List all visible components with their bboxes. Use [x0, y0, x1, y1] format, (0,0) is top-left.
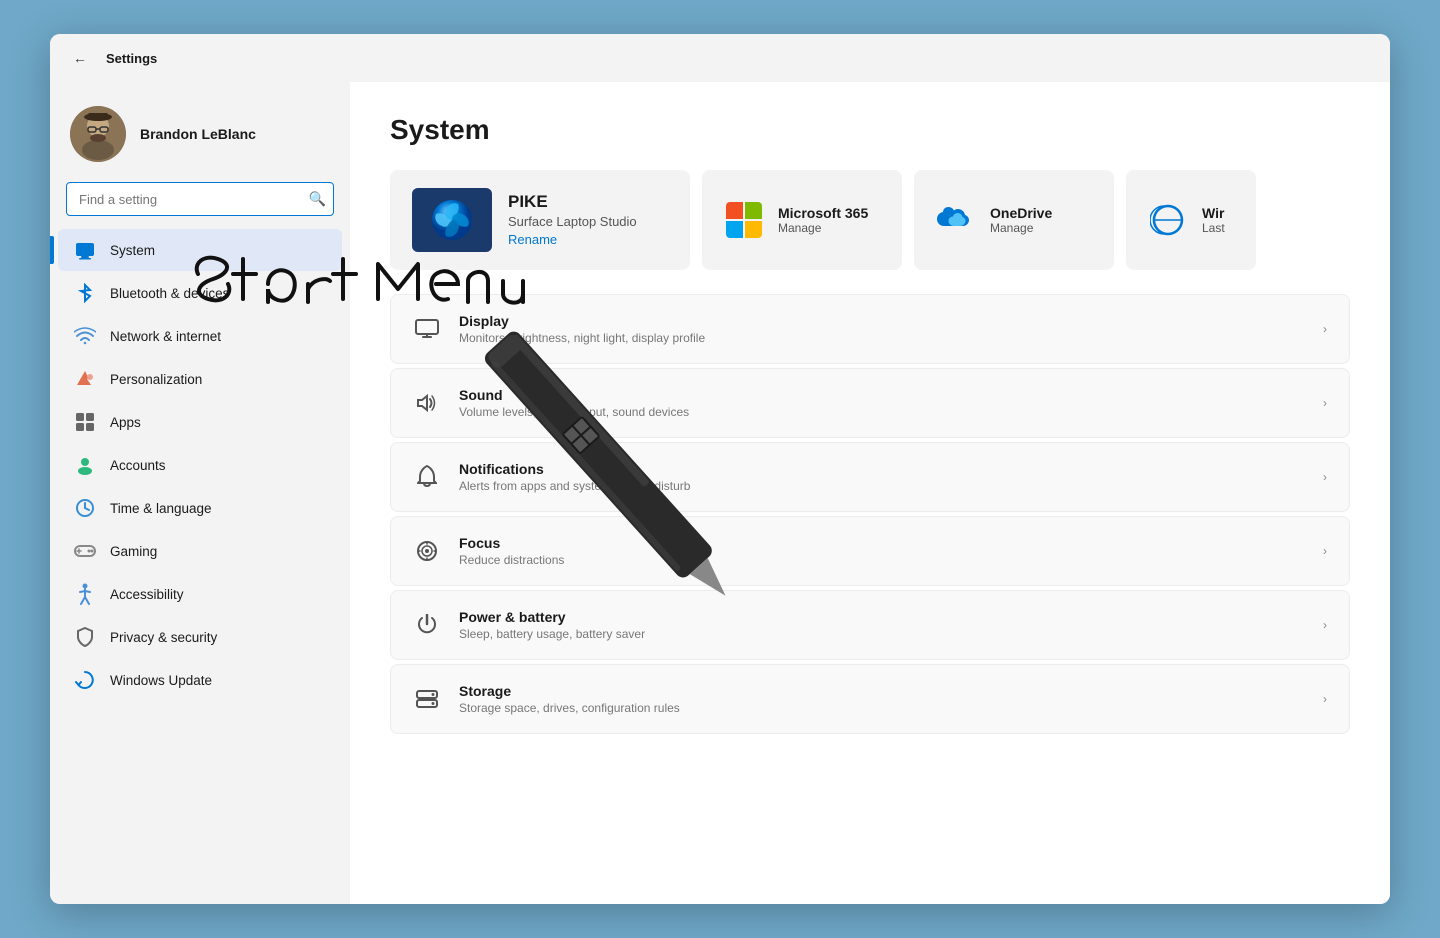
- accessibility-icon: [74, 583, 96, 605]
- sidebar-item-label-update: Windows Update: [110, 673, 212, 688]
- sidebar-item-label-gaming: Gaming: [110, 544, 157, 559]
- wir-action: Last: [1202, 221, 1225, 235]
- sidebar-item-privacy[interactable]: Privacy & security: [58, 616, 342, 658]
- sidebar-item-label-network: Network & internet: [110, 329, 221, 344]
- apps-icon: [74, 411, 96, 433]
- ms365-icon: [724, 200, 764, 240]
- settings-item-sound[interactable]: Sound Volume levels, output, input, soun…: [390, 368, 1350, 438]
- power-icon: [413, 611, 441, 639]
- device-info: PIKE Surface Laptop Studio Rename: [508, 192, 637, 249]
- ms365-name: Microsoft 365: [778, 205, 868, 221]
- sidebar-item-gaming[interactable]: Gaming: [58, 530, 342, 572]
- device-name: PIKE: [508, 192, 637, 212]
- sidebar-item-label-system: System: [110, 243, 155, 258]
- settings-list: Display Monitors, brightness, night ligh…: [390, 294, 1350, 736]
- settings-title: Settings: [106, 51, 157, 66]
- sidebar-item-label-time: Time & language: [110, 501, 212, 516]
- sidebar: Brandon LeBlanc 🔍: [50, 82, 350, 904]
- gaming-icon: [74, 540, 96, 562]
- sound-icon: [413, 389, 441, 417]
- wir-icon: [1148, 200, 1188, 240]
- power-desc: Sleep, battery usage, battery saver: [459, 627, 645, 641]
- device-rename-link[interactable]: Rename: [508, 232, 557, 247]
- user-profile[interactable]: Brandon LeBlanc: [50, 94, 350, 182]
- sidebar-item-bluetooth[interactable]: Bluetooth & devices: [58, 272, 342, 314]
- storage-icon: [413, 685, 441, 713]
- sidebar-item-label-personalization: Personalization: [110, 372, 202, 387]
- ms365-action: Manage: [778, 221, 868, 235]
- sidebar-item-personalization[interactable]: Personalization: [58, 358, 342, 400]
- title-bar: ← Settings: [50, 34, 1390, 82]
- settings-item-notifications[interactable]: Notifications Alerts from apps and syste…: [390, 442, 1350, 512]
- onedrive-card[interactable]: OneDrive Manage: [914, 170, 1114, 270]
- sound-title: Sound: [459, 387, 689, 403]
- focus-desc: Reduce distractions: [459, 553, 564, 567]
- display-desc: Monitors, brightness, night light, displ…: [459, 331, 705, 345]
- storage-desc: Storage space, drives, configuration rul…: [459, 701, 680, 715]
- notifications-title: Notifications: [459, 461, 690, 477]
- focus-title: Focus: [459, 535, 564, 551]
- sidebar-item-time[interactable]: Time & language: [58, 487, 342, 529]
- sidebar-item-label-privacy: Privacy & security: [110, 630, 217, 645]
- sidebar-item-label-accessibility: Accessibility: [110, 587, 184, 602]
- device-logo: [412, 188, 492, 252]
- notifications-icon: [413, 463, 441, 491]
- device-model: Surface Laptop Studio: [508, 214, 637, 229]
- onedrive-icon: [936, 200, 976, 240]
- onedrive-info: OneDrive Manage: [990, 205, 1052, 235]
- onedrive-name: OneDrive: [990, 205, 1052, 221]
- sidebar-item-network[interactable]: Network & internet: [58, 315, 342, 357]
- display-chevron: ›: [1323, 322, 1327, 336]
- search-icon-button[interactable]: 🔍: [309, 191, 326, 208]
- wir-card[interactable]: Wir Last: [1126, 170, 1256, 270]
- sidebar-item-label-apps: Apps: [110, 415, 141, 430]
- sound-chevron: ›: [1323, 396, 1327, 410]
- focus-icon: [413, 537, 441, 565]
- sound-desc: Volume levels, output, input, sound devi…: [459, 405, 689, 419]
- system-icon: [74, 239, 96, 261]
- search-input[interactable]: [66, 182, 334, 216]
- settings-item-power[interactable]: Power & battery Sleep, battery usage, ba…: [390, 590, 1350, 660]
- display-icon: [413, 315, 441, 343]
- power-title: Power & battery: [459, 609, 645, 625]
- sidebar-nav: System Bluetooth & devices: [50, 228, 350, 702]
- sidebar-item-label-accounts: Accounts: [110, 458, 166, 473]
- device-card: PIKE Surface Laptop Studio Rename: [390, 170, 690, 270]
- storage-chevron: ›: [1323, 692, 1327, 706]
- sidebar-item-accounts[interactable]: Accounts: [58, 444, 342, 486]
- search-box: 🔍: [66, 182, 334, 216]
- notifications-desc: Alerts from apps and system, do not dist…: [459, 479, 690, 493]
- focus-chevron: ›: [1323, 544, 1327, 558]
- sidebar-item-apps[interactable]: Apps: [58, 401, 342, 443]
- user-name: Brandon LeBlanc: [140, 126, 256, 142]
- privacy-icon: [74, 626, 96, 648]
- avatar: [70, 106, 126, 162]
- sidebar-item-update[interactable]: Windows Update: [58, 659, 342, 701]
- settings-item-storage[interactable]: Storage Storage space, drives, configura…: [390, 664, 1350, 734]
- onedrive-action: Manage: [990, 221, 1052, 235]
- sidebar-item-label-bluetooth: Bluetooth & devices: [110, 286, 229, 301]
- back-button[interactable]: ←: [66, 44, 94, 72]
- sidebar-item-accessibility[interactable]: Accessibility: [58, 573, 342, 615]
- notifications-chevron: ›: [1323, 470, 1327, 484]
- main-panel: System: [350, 82, 1390, 904]
- sidebar-item-system[interactable]: System: [58, 229, 342, 271]
- accounts-icon: [74, 454, 96, 476]
- bluetooth-icon: [74, 282, 96, 304]
- update-icon: [74, 669, 96, 691]
- settings-item-focus[interactable]: Focus Reduce distractions ›: [390, 516, 1350, 586]
- ms365-card[interactable]: Microsoft 365 Manage: [702, 170, 902, 270]
- power-chevron: ›: [1323, 618, 1327, 632]
- page-title: System: [390, 114, 1350, 146]
- storage-title: Storage: [459, 683, 680, 699]
- settings-item-display[interactable]: Display Monitors, brightness, night ligh…: [390, 294, 1350, 364]
- time-icon: [74, 497, 96, 519]
- wir-info: Wir Last: [1202, 205, 1225, 235]
- network-icon: [74, 325, 96, 347]
- display-title: Display: [459, 313, 705, 329]
- personalization-icon: [74, 368, 96, 390]
- wir-name: Wir: [1202, 205, 1225, 221]
- ms365-info: Microsoft 365 Manage: [778, 205, 868, 235]
- cards-row: PIKE Surface Laptop Studio Rename: [390, 170, 1350, 270]
